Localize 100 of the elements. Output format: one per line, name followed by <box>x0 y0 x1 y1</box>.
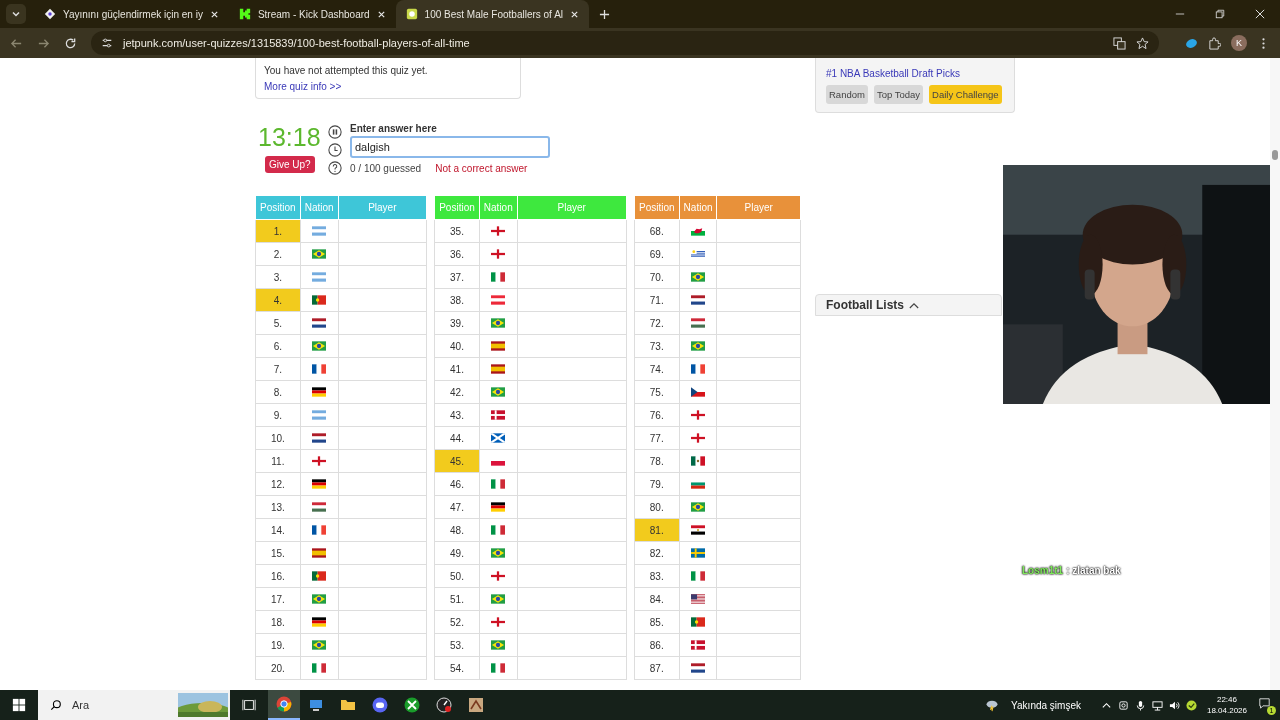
give-up-button[interactable]: Give Up? <box>265 156 315 173</box>
chevron-down-icon <box>11 9 21 19</box>
position-cell: 54. <box>434 656 480 680</box>
column-header: Position <box>634 195 680 220</box>
caret-up-icon <box>909 301 919 309</box>
position-cell: 46. <box>434 472 480 496</box>
gauge-icon <box>436 697 452 713</box>
flag-icon <box>691 226 706 236</box>
search-icon <box>50 699 62 711</box>
flag-icon <box>491 295 506 305</box>
scrollbar-thumb[interactable] <box>1272 150 1278 160</box>
task-view-icon[interactable] <box>242 698 256 712</box>
close-icon[interactable] <box>570 9 580 19</box>
flag-icon <box>691 571 706 581</box>
quiz-filter-button[interactable]: Top Today <box>873 85 924 104</box>
position-cell: 35. <box>434 219 480 243</box>
windows-start-icon[interactable] <box>12 698 26 712</box>
flag-icon <box>312 341 327 351</box>
flag-icon <box>691 594 706 604</box>
position-cell: 6. <box>255 334 301 358</box>
scrollbar[interactable] <box>1270 58 1280 690</box>
site-settings-icon <box>101 37 113 49</box>
clock-icon[interactable] <box>328 143 342 157</box>
flag-icon <box>312 272 327 282</box>
profile-avatar[interactable]: K <box>1231 35 1247 51</box>
flag-icon <box>691 272 706 282</box>
answer-field[interactable]: dalgish <box>350 136 550 158</box>
flag-icon <box>691 341 706 351</box>
position-cell: 48. <box>434 518 480 542</box>
extension-icon[interactable] <box>1185 36 1198 50</box>
help-icon[interactable] <box>328 161 342 175</box>
more-info-link[interactable]: More quiz info >> <box>264 81 342 92</box>
position-cell: 81. <box>634 518 680 542</box>
new-tab-icon[interactable] <box>599 8 611 20</box>
flag-icon <box>491 479 506 489</box>
flag-icon <box>312 410 327 420</box>
chrome-taskbar-button[interactable] <box>268 690 300 720</box>
football-lists-header[interactable]: Football Lists <box>815 294 1002 316</box>
speaker-icon[interactable] <box>1168 699 1180 711</box>
flag-icon <box>491 410 506 420</box>
taskbar-search[interactable]: Ara <box>38 690 230 720</box>
flag-icon <box>691 617 706 627</box>
position-cell: 80. <box>634 495 680 519</box>
weather-text[interactable]: Yakında şimşek <box>1011 699 1081 711</box>
monitor-icon <box>308 697 324 713</box>
message-icon <box>1259 697 1270 709</box>
flag-icon <box>491 571 506 581</box>
tab-search-button[interactable] <box>6 4 26 24</box>
camera-icon[interactable] <box>1117 699 1129 711</box>
position-cell: 38. <box>434 288 480 312</box>
section-title: Football Lists <box>826 298 904 312</box>
restore-icon[interactable] <box>1215 9 1225 19</box>
close-icon[interactable] <box>1255 9 1265 19</box>
taskbar-clock[interactable]: 22:46 18.04.2026 <box>1206 694 1247 716</box>
column-header: Position <box>434 195 480 220</box>
address-bar[interactable]: jetpunk.com/user-quizzes/1315839/100-best-football-players-of-all-time <box>91 31 1159 55</box>
flag-icon <box>312 364 327 374</box>
translate-icon[interactable] <box>1113 36 1126 50</box>
network-icon[interactable] <box>1151 699 1163 711</box>
position-cell: 49. <box>434 541 480 565</box>
flag-icon <box>491 594 506 604</box>
position-cell: 17. <box>255 587 301 611</box>
reload-icon[interactable] <box>64 36 77 50</box>
quiz-filter-button[interactable]: Daily Challenge <box>929 85 1002 104</box>
status-icon[interactable] <box>1185 699 1197 711</box>
browser-tab[interactable]: Stream - Kick Dashboard <box>228 0 396 28</box>
position-cell: 14. <box>255 518 301 542</box>
flag-icon <box>491 226 506 236</box>
position-cell: 44. <box>434 426 480 450</box>
position-cell: 20. <box>255 656 301 680</box>
position-cell: 41. <box>434 357 480 381</box>
flag-icon <box>312 525 327 535</box>
k-logo-icon <box>238 8 251 20</box>
flag-icon <box>312 456 327 466</box>
position-cell: 71. <box>634 288 680 312</box>
position-cell: 19. <box>255 633 301 657</box>
flag-icon <box>691 502 706 512</box>
flag-icon <box>491 249 506 259</box>
flag-icon <box>491 525 506 535</box>
browser-tab[interactable]: Yayınını güçlendirmek için en iy <box>34 0 229 28</box>
browser-tab[interactable]: 100 Best Male Footballers of Al <box>395 0 590 28</box>
position-cell: 36. <box>434 242 480 266</box>
position-cell: 83. <box>634 564 680 588</box>
chrome-icon <box>276 696 292 712</box>
storm-cloud-icon[interactable] <box>985 698 1000 712</box>
close-icon[interactable] <box>376 9 386 19</box>
star-icon[interactable] <box>1136 36 1149 50</box>
answer-feedback: Not a correct answer <box>435 163 528 174</box>
pause-icon[interactable] <box>328 125 342 139</box>
puzzle-icon[interactable] <box>1208 36 1221 50</box>
close-icon[interactable] <box>209 9 219 19</box>
quiz-link[interactable]: #1 NBA Basketball Draft Picks <box>826 68 960 79</box>
position-cell: 72. <box>634 311 680 335</box>
microphone-icon[interactable] <box>1134 699 1146 711</box>
attempt-status: You have not attempted this quiz yet. <box>264 65 429 76</box>
flag-icon <box>691 295 706 305</box>
position-cell: 52. <box>434 610 480 634</box>
answer-label: Enter answer here <box>350 123 438 134</box>
flag-icon <box>691 663 706 673</box>
quiz-filter-button[interactable]: Random <box>826 85 868 104</box>
